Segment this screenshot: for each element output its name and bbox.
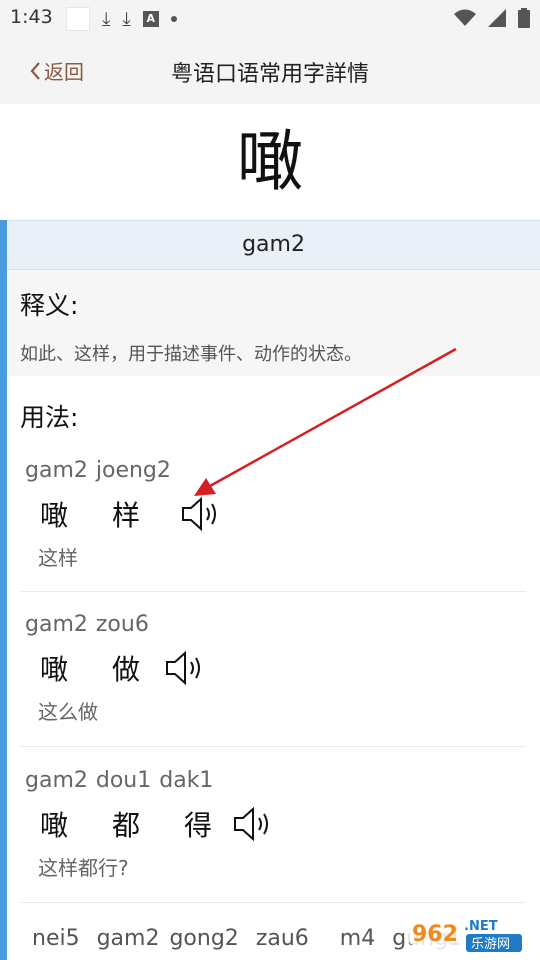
main-character: 噉 — [237, 123, 303, 200]
notification-icons: ⤓ ⤓ A — [66, 7, 177, 31]
signal-icon — [488, 9, 506, 27]
divider — [20, 902, 526, 903]
watermark-logo: 962 .NET 乐游网 — [404, 917, 522, 953]
definition-text: 如此、这样，用于描述事件、动作的状态。 — [20, 344, 362, 365]
download-icon: ⤓ — [122, 8, 131, 30]
page-title: 粤语口语常用字詳情 — [170, 62, 369, 87]
accent-bar — [0, 220, 7, 960]
example-meaning: 这样都行? — [38, 856, 129, 880]
example-char: 样 — [112, 499, 141, 532]
example-char: 噉 — [40, 653, 69, 686]
example-jyutping: gam2 zou6 — [25, 612, 149, 637]
example-char: 噉 — [40, 499, 69, 532]
status-time: 1:43 — [10, 6, 53, 28]
character-display: 噉 — [0, 104, 540, 220]
svg-text:乐游网: 乐游网 — [471, 937, 510, 952]
download-icon: ⤓ — [102, 8, 111, 30]
example-characters: 噉 样 — [40, 494, 224, 534]
divider — [20, 746, 526, 747]
definition-heading: 释义: — [20, 291, 79, 320]
speaker-icon[interactable] — [164, 649, 208, 687]
example-jyutping: gam2 joeng2 — [25, 458, 171, 483]
example-char: 噉 — [40, 809, 69, 842]
speaker-icon[interactable] — [180, 495, 224, 533]
example-meaning: 这么做 — [38, 700, 98, 724]
example-char: 都 — [112, 809, 141, 842]
battery-icon — [518, 8, 530, 28]
more-notifications-icon — [170, 16, 177, 22]
example-jyutping: gam2 dou1 dak1 — [25, 768, 214, 793]
example-characters: 噉 都 得 — [40, 804, 276, 844]
svg-text:.NET: .NET — [464, 919, 498, 934]
divider — [20, 591, 526, 592]
system-icons — [454, 8, 530, 28]
example-meaning: 这样 — [38, 546, 78, 570]
example-char: 得 — [184, 809, 213, 842]
app-header: 返回 粤语口语常用字詳情 — [0, 36, 540, 104]
usage-heading: 用法: — [20, 403, 79, 432]
example-characters: 噉 做 — [40, 648, 208, 688]
character-jyutping: gam2 — [7, 220, 540, 270]
svg-text:962: 962 — [412, 922, 458, 947]
app-a-icon: A — [142, 11, 159, 27]
definition-section: 释义: 如此、这样，用于描述事件、动作的状态。 — [7, 270, 540, 376]
notification-app-icon — [66, 7, 90, 31]
wifi-icon — [454, 9, 476, 26]
status-bar: 1:43 ⤓ ⤓ A — [0, 0, 540, 36]
speaker-icon[interactable] — [232, 805, 276, 843]
